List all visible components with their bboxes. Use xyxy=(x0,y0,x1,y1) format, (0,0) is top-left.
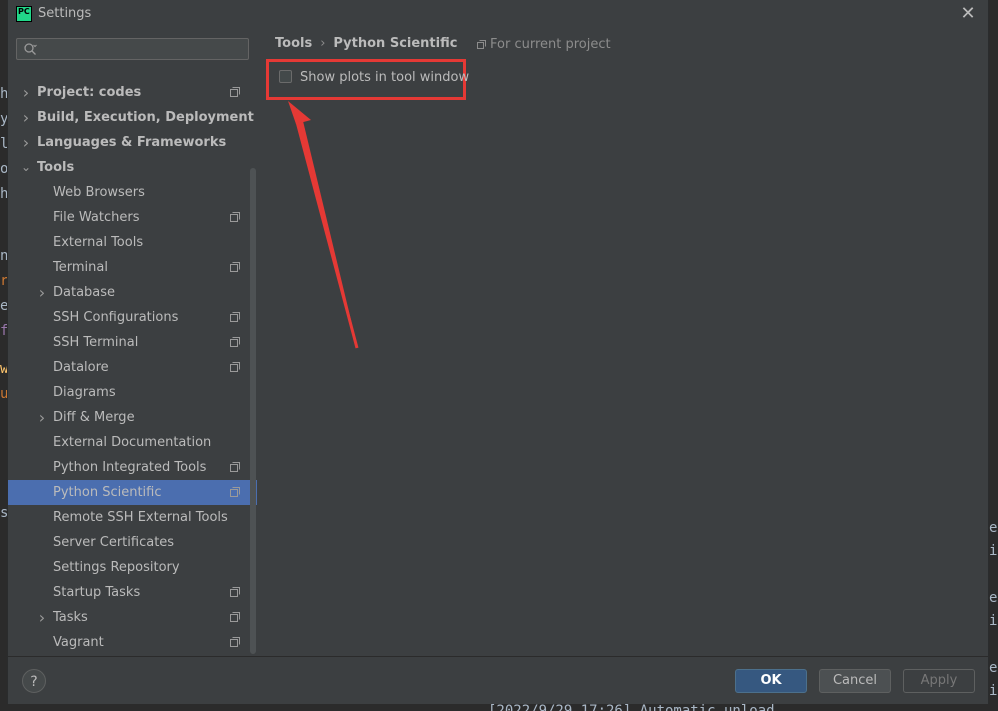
settings-dialog: Settings ✕ › Project: codes › Build, Execut… xyxy=(8,0,988,704)
background-code-char: e xyxy=(989,660,998,676)
dialog-footer: ? OK Cancel Apply xyxy=(8,656,988,704)
sidebar-item[interactable]: › Database xyxy=(8,280,257,305)
background-code-char: e xyxy=(989,520,998,536)
sidebar-item-label: Settings Repository xyxy=(53,560,180,575)
sidebar-item-label: Project: codes xyxy=(37,85,142,100)
search-icon xyxy=(24,43,37,55)
sidebar-scrollbar[interactable] xyxy=(250,168,256,654)
sidebar-item-label: External Documentation xyxy=(53,435,212,450)
background-code-char: e xyxy=(989,590,998,606)
background-code-char: i xyxy=(989,683,998,699)
chevron-right-icon[interactable]: › xyxy=(20,130,32,155)
project-scope-icon xyxy=(230,637,240,647)
sidebar-item-label: Languages & Frameworks xyxy=(37,135,227,150)
sidebar-item[interactable]: › Tasks xyxy=(8,605,257,630)
chevron-right-icon[interactable]: › xyxy=(36,280,48,305)
pycharm-logo-icon xyxy=(16,6,32,22)
close-icon: ✕ xyxy=(960,3,976,24)
sidebar-item-label: Database xyxy=(53,285,116,300)
sidebar-item[interactable]: › Diff & Merge xyxy=(8,405,257,430)
chevron-down-icon[interactable]: ⌄ xyxy=(20,155,32,180)
project-scope-icon xyxy=(230,312,240,322)
breadcrumb-separator-icon: › xyxy=(320,36,326,51)
project-scope-icon xyxy=(230,612,240,622)
project-scope-icon xyxy=(230,462,240,472)
sidebar-item-label: File Watchers xyxy=(53,210,140,225)
sidebar-item[interactable]: External Tools xyxy=(8,230,257,255)
sidebar-item-label: Server Certificates xyxy=(53,535,175,550)
sidebar-item[interactable]: › Project: codes xyxy=(8,80,257,105)
sidebar-item-label: Remote SSH External Tools xyxy=(53,510,228,525)
sidebar-item[interactable]: File Watchers xyxy=(8,205,257,230)
sidebar-item-label: Web Browsers xyxy=(53,185,145,200)
title-bar: Settings ✕ xyxy=(8,0,988,28)
sidebar-item-label: External Tools xyxy=(53,235,144,250)
background-editor-right: eieiei xyxy=(988,0,998,711)
close-button[interactable]: ✕ xyxy=(958,4,978,24)
sidebar-item[interactable]: › Languages & Frameworks xyxy=(8,130,257,155)
chevron-right-icon[interactable]: › xyxy=(20,80,32,105)
apply-button[interactable]: Apply xyxy=(903,669,975,693)
background-editor-left: hylohnrefwus xyxy=(0,0,8,711)
breadcrumb-parent[interactable]: Tools xyxy=(275,36,312,51)
breadcrumb-current: Python Scientific xyxy=(333,36,458,51)
sidebar-item[interactable]: SSH Configurations xyxy=(8,305,257,330)
settings-content-panel: Tools › Python Scientific For current proj… xyxy=(257,28,988,656)
show-plots-checkbox[interactable] xyxy=(279,70,292,83)
sidebar-item-label: Datalore xyxy=(53,360,109,375)
background-code-char: i xyxy=(989,613,998,629)
sidebar-item-label: Diff & Merge xyxy=(53,410,135,425)
show-plots-label[interactable]: Show plots in tool window xyxy=(300,70,469,85)
sidebar-item[interactable]: External Documentation xyxy=(8,430,257,455)
sidebar-item[interactable]: Datalore xyxy=(8,355,257,380)
sidebar-item-label: Python Integrated Tools xyxy=(53,460,207,475)
sidebar-item-label: Python Scientific xyxy=(53,485,162,500)
sidebar-item[interactable]: Startup Tasks xyxy=(8,580,257,605)
sidebar-item[interactable]: Server Certificates xyxy=(8,530,257,555)
scope-label: For current project xyxy=(490,37,611,52)
sidebar-item-label: Startup Tasks xyxy=(53,585,141,600)
chevron-right-icon[interactable]: › xyxy=(36,605,48,630)
sidebar-item[interactable]: ⌄ Tools xyxy=(8,155,257,180)
sidebar-item-label: SSH Terminal xyxy=(53,335,139,350)
sidebar-item[interactable]: Diagrams xyxy=(8,380,257,405)
project-scope-icon xyxy=(230,262,240,272)
project-scope-icon xyxy=(230,87,240,97)
sidebar-item[interactable]: Terminal xyxy=(8,255,257,280)
sidebar-item[interactable]: Settings Repository xyxy=(8,555,257,580)
sidebar-item-label: Terminal xyxy=(53,260,108,275)
sidebar-item-label: SSH Configurations xyxy=(53,310,179,325)
sidebar-item[interactable]: Web Browsers xyxy=(8,180,257,205)
project-scope-icon xyxy=(230,587,240,597)
show-plots-option[interactable]: Show plots in tool window xyxy=(279,70,469,88)
sidebar-item[interactable]: SSH Terminal xyxy=(8,330,257,355)
sidebar-item-label: Tools xyxy=(37,160,75,175)
sidebar-item[interactable]: Vagrant xyxy=(8,630,257,655)
project-scope-icon xyxy=(230,487,240,497)
settings-sidebar: › Project: codes › Build, Execution, Deploy… xyxy=(8,28,257,656)
chevron-right-icon[interactable]: › xyxy=(20,105,32,130)
window-title: Settings xyxy=(38,6,92,21)
ok-button[interactable]: OK xyxy=(735,669,807,693)
sidebar-item[interactable]: Remote SSH External Tools xyxy=(8,505,257,530)
sidebar-item[interactable]: Python Scientific xyxy=(8,480,257,505)
background-code-char: i xyxy=(989,543,998,559)
help-button[interactable]: ? xyxy=(22,669,46,693)
project-scope-icon xyxy=(477,40,486,49)
sidebar-item[interactable]: Python Integrated Tools xyxy=(8,455,257,480)
cancel-button[interactable]: Cancel xyxy=(819,669,891,693)
chevron-right-icon[interactable]: › xyxy=(36,405,48,430)
project-scope-icon xyxy=(230,362,240,372)
breadcrumb: Tools › Python Scientific xyxy=(275,36,457,51)
scope-note: For current project xyxy=(477,37,611,52)
sidebar-item-label: Diagrams xyxy=(53,385,116,400)
sidebar-item-label: Build, Execution, Deployment xyxy=(37,110,254,125)
sidebar-item-label: Tasks xyxy=(53,610,88,625)
search-input[interactable] xyxy=(16,38,249,60)
sidebar-item-label: Vagrant xyxy=(53,635,104,650)
project-scope-icon xyxy=(230,212,240,222)
project-scope-icon xyxy=(230,337,240,347)
sidebar-item[interactable]: › Build, Execution, Deployment xyxy=(8,105,257,130)
